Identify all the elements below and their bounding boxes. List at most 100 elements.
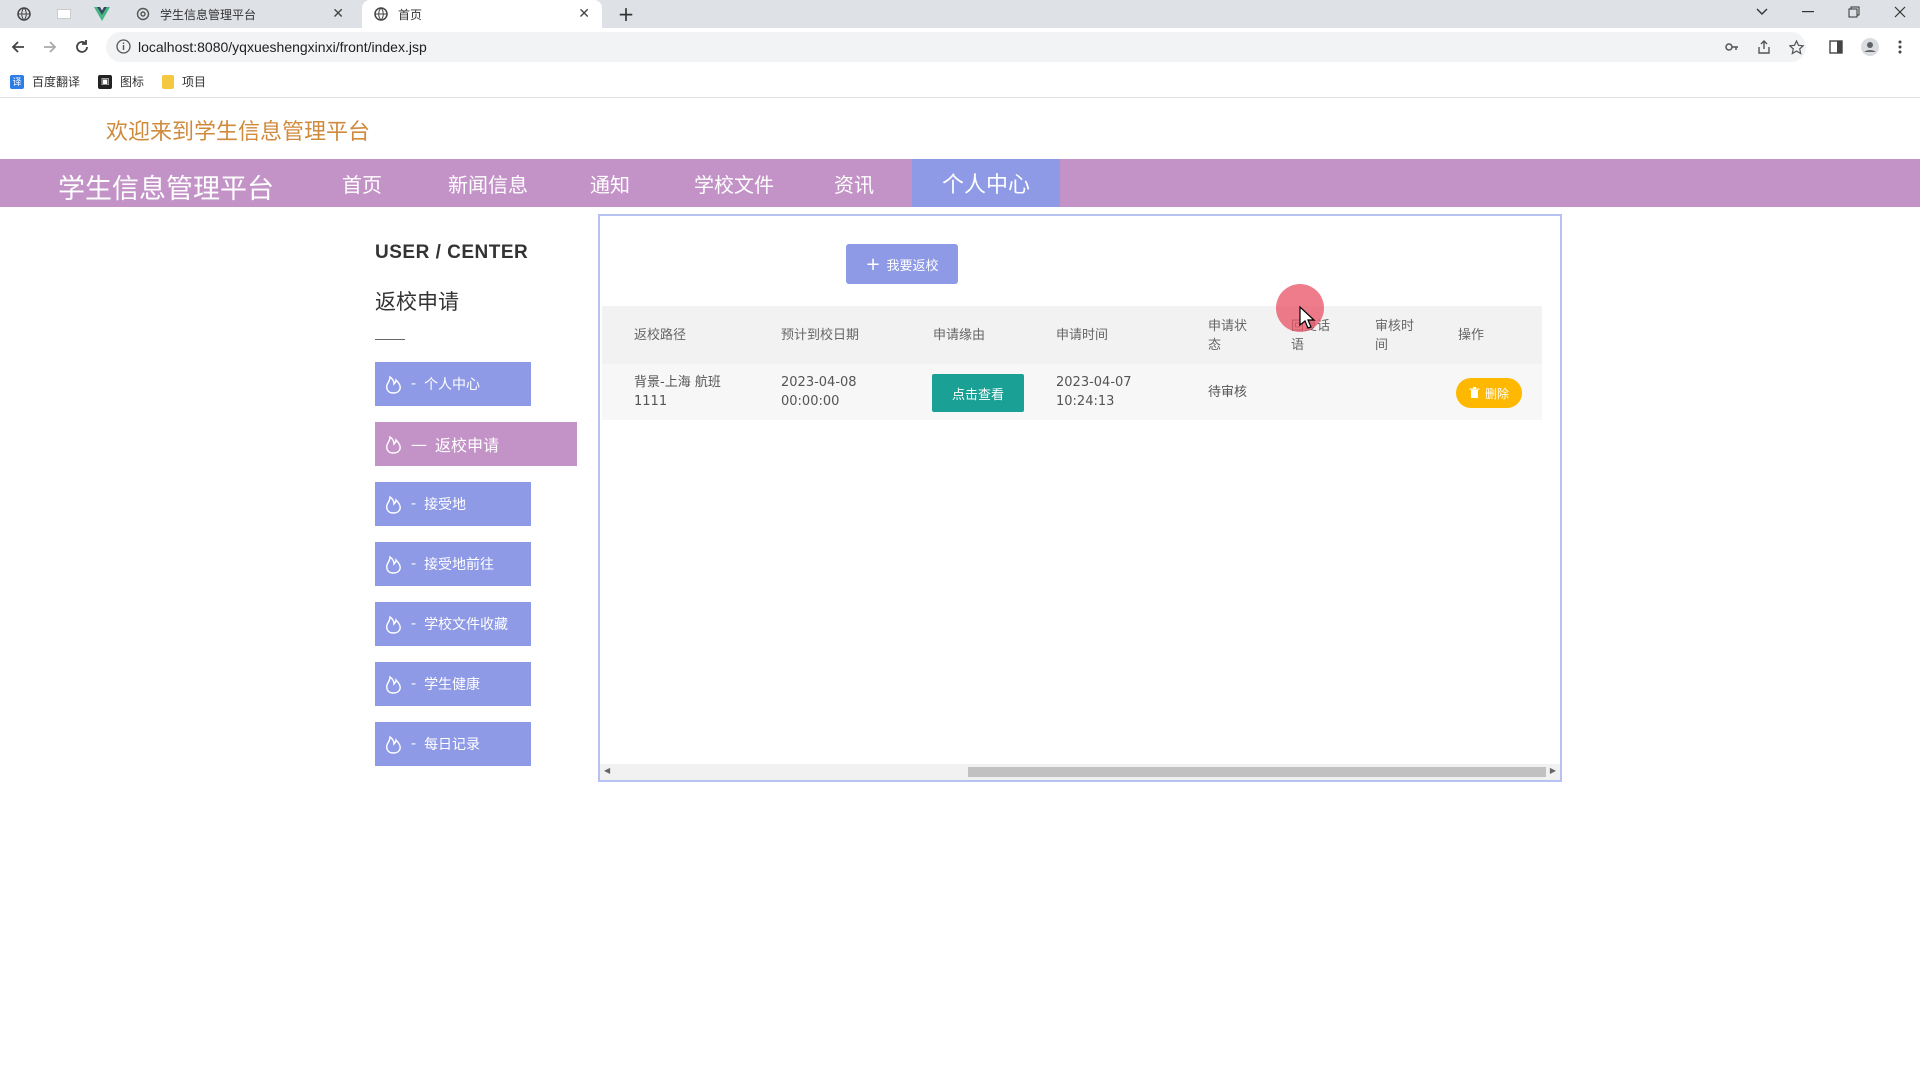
view-reason-button[interactable]: 点击查看	[932, 374, 1024, 412]
sidebar-item-label: 学生健康	[424, 677, 481, 693]
mouse-cursor-icon	[1299, 306, 1316, 329]
table-row: 背景-上海 航班1111 2023-04-08 00:00:00 点击查看 20…	[602, 364, 1542, 420]
bookmarks-bar: 译 百度翻译 ▣ 图标 项目	[0, 66, 1920, 98]
col-header-review-time: 审核时间	[1375, 319, 1415, 353]
site-brand[interactable]: 学生信息管理平台	[58, 167, 274, 206]
delete-label: 删除	[1484, 386, 1509, 401]
flame-icon	[381, 552, 405, 576]
restore-icon[interactable]	[1834, 0, 1874, 24]
sidebar-item-label: 接受地	[424, 497, 467, 513]
sidebar-title: USER / CENTER	[375, 242, 529, 263]
sidebar-item-label: 接受地前往	[424, 557, 495, 573]
key-icon[interactable]	[1724, 39, 1740, 55]
table-header: 返校路径 预计到校日期 申请缘由 申请时间 申请状态 回复话语 审核时间 操作	[602, 306, 1542, 364]
tab-home[interactable]: 首页 ✕	[362, 0, 602, 28]
globe-icon	[374, 7, 388, 21]
nav-info[interactable]: 资讯	[806, 159, 902, 207]
plus-icon: +	[865, 253, 881, 275]
close-window-icon[interactable]	[1880, 0, 1920, 24]
nav-news[interactable]: 新闻信息	[424, 159, 552, 207]
nav-home[interactable]: 首页	[312, 159, 412, 207]
pinned-tab-globe[interactable]	[10, 0, 38, 28]
address-bar-row: localhost:8080/yqxueshengxinxi/front/ind…	[0, 28, 1920, 66]
minimize-icon[interactable]	[1788, 0, 1828, 24]
tab-title: 学生信息管理平台	[160, 7, 257, 22]
col-header-apply-time: 申请时间	[1056, 328, 1109, 343]
tab-close-icon[interactable]: ✕	[578, 6, 590, 22]
sidebar-item-label: 返校申请	[435, 436, 500, 455]
folder-icon	[162, 74, 175, 89]
reload-icon[interactable]	[72, 37, 92, 57]
bookmark-label: 图标	[120, 75, 145, 89]
sidebar-item-school-file-favorites[interactable]: - 学校文件收藏	[375, 602, 531, 646]
flame-icon	[381, 432, 405, 456]
bookmark-label: 项目	[182, 75, 207, 89]
browser-tab-bar: 学生信息管理平台 ✕ 首页 ✕ +	[0, 0, 1920, 28]
url-text: localhost:8080/yqxueshengxinxi/front/ind…	[138, 39, 427, 55]
info-icon[interactable]	[116, 39, 131, 58]
bookmark-icons[interactable]: ▣ 图标	[98, 73, 144, 90]
vue-logo-icon	[94, 7, 110, 21]
sidebar-item-label: 每日记录	[424, 737, 481, 753]
tab-search-icon[interactable]	[1742, 0, 1782, 24]
nav-notice[interactable]: 通知	[562, 159, 658, 207]
add-return-button[interactable]: + 我要返校	[846, 244, 958, 284]
scroll-left-arrow-icon[interactable]: ◀	[604, 766, 610, 775]
bookmark-folder-projects[interactable]: 项目	[162, 73, 206, 90]
bookmark-baidu-translate[interactable]: 译 百度翻译	[10, 73, 80, 90]
sidebar-subtitle: 返校申请	[375, 290, 459, 314]
cell-path: 背景-上海 航班1111	[634, 375, 721, 409]
sidebar-dash: -	[411, 676, 417, 692]
trash-icon	[1469, 387, 1480, 398]
return-application-table: 返校路径 预计到校日期 申请缘由 申请时间 申请状态 回复话语 审核时间 操作 …	[602, 306, 1542, 420]
flame-icon	[381, 612, 405, 636]
side-panel-icon[interactable]	[1828, 39, 1844, 55]
sidebar-item-go-to-receiving-place[interactable]: - 接受地前往	[375, 542, 531, 586]
sidebar-dash: -	[411, 376, 417, 392]
profile-avatar-icon[interactable]	[1860, 37, 1880, 57]
cell-apply-time: 2023-04-07 10:24:13	[1056, 375, 1132, 409]
welcome-text: 欢迎来到学生信息管理平台	[106, 120, 371, 145]
sidebar-item-student-health[interactable]: - 学生健康	[375, 662, 531, 706]
add-return-label: 我要返校	[886, 258, 939, 274]
forward-arrow-icon[interactable]	[40, 37, 60, 57]
flame-icon	[381, 672, 405, 696]
nav-user-center[interactable]: 个人中心	[912, 159, 1060, 207]
bookmark-label: 百度翻译	[32, 75, 81, 89]
nav-school-files[interactable]: 学校文件	[666, 159, 802, 207]
col-header-actions: 操作	[1458, 328, 1485, 343]
sidebar-dash: -	[411, 736, 417, 752]
col-header-expected-date: 预计到校日期	[781, 328, 860, 343]
back-arrow-icon[interactable]	[8, 37, 28, 57]
image-icon: ▣	[98, 74, 113, 89]
col-header-reason: 申请缘由	[933, 328, 986, 343]
sidebar-item-receiving-place[interactable]: - 接受地	[375, 482, 531, 526]
horizontal-scrollbar[interactable]: ◀ ▶	[600, 764, 1560, 780]
sidebar-dash: -	[411, 556, 417, 572]
scroll-right-arrow-icon[interactable]: ▶	[1550, 766, 1556, 775]
sidebar-dash: -	[411, 616, 417, 632]
more-menu-icon[interactable]	[1892, 39, 1908, 55]
new-tab-button[interactable]: +	[614, 0, 638, 28]
page-icon	[57, 9, 71, 19]
sidebar-item-return-application[interactable]: — 返校申请	[375, 422, 577, 466]
sidebar-dash: —	[411, 434, 427, 454]
delete-button[interactable]: 删除	[1456, 378, 1522, 408]
sidebar-item-label: 个人中心	[424, 377, 481, 393]
pinned-tab-vue[interactable]	[88, 0, 116, 28]
url-omnibox[interactable]: localhost:8080/yqxueshengxinxi/front/ind…	[106, 32, 1806, 62]
sidebar-item-daily-record[interactable]: - 每日记录	[375, 722, 531, 766]
tab-student-platform[interactable]: 学生信息管理平台 ✕	[124, 0, 356, 28]
translate-icon: 译	[10, 74, 24, 89]
sidebar-item-user-center[interactable]: - 个人中心	[375, 362, 531, 406]
flame-icon	[381, 732, 405, 756]
cell-status: 待审核	[1208, 385, 1248, 400]
scrollbar-thumb[interactable]	[968, 767, 1546, 777]
share-icon[interactable]	[1756, 39, 1772, 55]
top-nav: 学生信息管理平台 首页 新闻信息 通知 学校文件 资讯 个人中心	[0, 159, 1920, 207]
star-bookmark-icon[interactable]	[1788, 39, 1804, 55]
tab-close-icon[interactable]: ✕	[332, 6, 344, 22]
sidebar-item-label: 学校文件收藏	[424, 617, 509, 633]
pinned-tab-blank[interactable]	[50, 0, 78, 28]
col-header-status: 申请状态	[1208, 319, 1248, 353]
